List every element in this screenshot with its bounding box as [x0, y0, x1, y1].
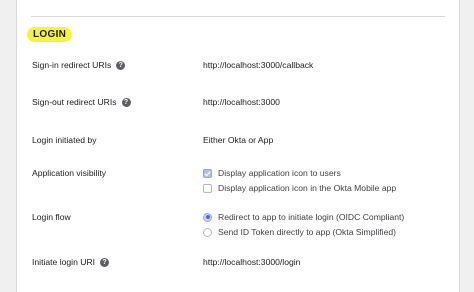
login-initiated-label: Login initiated by	[32, 135, 97, 145]
signin-redirect-value: http://localhost:3000/callback	[203, 60, 314, 70]
question-circle-icon[interactable]: ?	[116, 60, 126, 70]
section-divider	[31, 16, 445, 17]
section-title: LOGIN	[27, 27, 73, 42]
check-icon	[204, 170, 211, 176]
signin-redirect-label: Sign-in redirect URIs ?	[32, 60, 126, 70]
initiate-login-uri-label: Initiate login URI ?	[32, 257, 110, 267]
question-circle-icon[interactable]: ?	[100, 257, 110, 267]
question-circle-icon[interactable]: ?	[121, 97, 131, 107]
signout-redirect-label: Sign-out redirect URIs ?	[32, 97, 131, 107]
radio-selected[interactable]	[203, 212, 212, 222]
signout-redirect-value: http://localhost:3000	[203, 97, 280, 107]
initiate-login-uri-value: http://localhost:3000/login	[203, 257, 301, 267]
visibility-option-okta-mobile[interactable]: Display application icon in the Okta Mob…	[203, 183, 396, 193]
login-flow-label: Login flow	[32, 212, 71, 222]
flow-option-id-token[interactable]: Send ID Token directly to app (Okta Simp…	[203, 227, 396, 237]
radio-unselected[interactable]	[203, 227, 212, 237]
checkbox-unchecked[interactable]	[203, 183, 212, 193]
flow-option-redirect[interactable]: Redirect to app to initiate login (OIDC …	[203, 212, 404, 222]
checkbox-checked[interactable]	[203, 168, 212, 178]
login-initiated-value: Either Okta or App	[203, 135, 274, 145]
app-visibility-label: Application visibility	[32, 168, 107, 178]
settings-panel: LOGIN Sign-in redirect URIs ? http://loc…	[16, 0, 460, 292]
visibility-option-users[interactable]: Display application icon to users	[203, 168, 341, 178]
